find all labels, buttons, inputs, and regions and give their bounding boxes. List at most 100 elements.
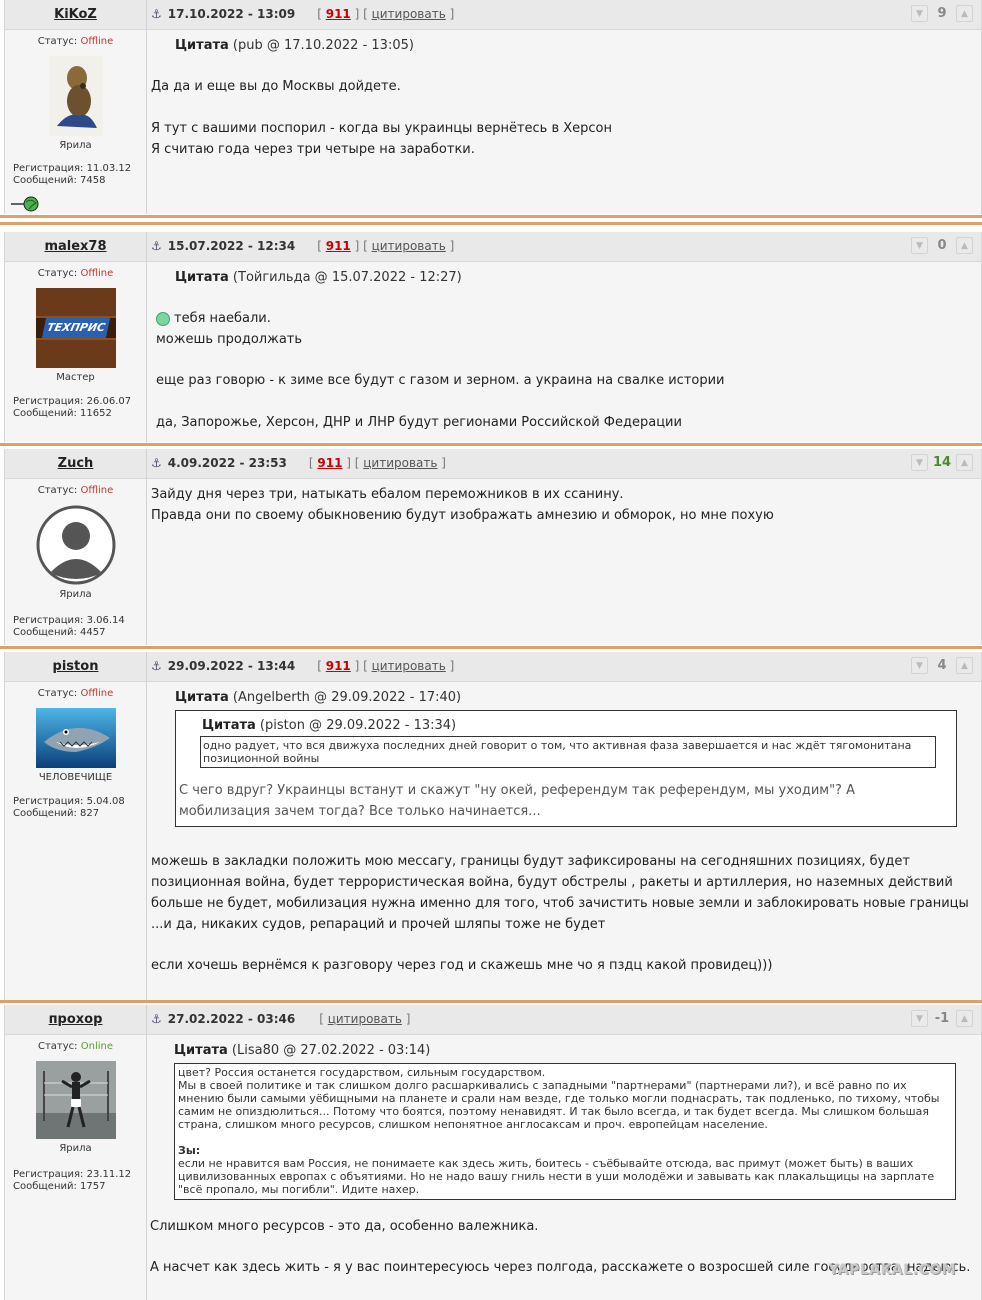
post-body: Зайду дня через три, натыкать ебалом пер… [151, 487, 774, 523]
quote-header: Цитата (Lisa80 @ 27.02.2022 - 03:14) [174, 1043, 431, 1058]
anchor-icon[interactable]: ⚓ [151, 1012, 162, 1026]
user-info: Статус: Offline Ярила Регистрация: 11.03… [5, 30, 147, 214]
post-date: 15.07.2022 - 12:34 [167, 239, 296, 253]
post-separator [0, 215, 982, 218]
reputation-icon[interactable] [11, 195, 39, 216]
inner-quote-header: Цитата (piston @ 29.09.2022 - 13:34) [202, 718, 457, 733]
cite-link[interactable]: цитировать [363, 456, 437, 470]
user-info: Статус: Offline ЧЕЛОВЕЧИЩЕ Регистрация: … [5, 682, 147, 1000]
rating: ▼ -1 ▲ [911, 1010, 973, 1027]
post-number-link[interactable]: 911 [317, 456, 342, 470]
thumb-down-icon[interactable]: ▼ [911, 657, 928, 674]
post-body: Цитата (pub @ 17.10.2022 - 13:05) Да да … [151, 30, 975, 160]
thumb-up-icon[interactable]: ▲ [956, 657, 973, 674]
post-header: piston ⚓ 29.09.2022 - 13:44[ 911 ] [ цити… [5, 652, 981, 682]
post-separator [0, 222, 982, 225]
avatar[interactable] [35, 1061, 116, 1139]
post-1: KiKoZ ⚓ 17.10.2022 - 13:09[ 911 ] [ цитир… [4, 0, 982, 214]
post-number-link[interactable]: 911 [326, 239, 351, 253]
reg-date: Регистрация: 11.03.12 [13, 163, 132, 174]
user-rank: Ярила [59, 140, 92, 151]
cite-link[interactable]: цитировать [372, 7, 446, 21]
user-info: Статус: Offline ТЕХПРИС Мастер Регистрац… [5, 262, 147, 442]
rating-value: -1 [934, 1011, 950, 1026]
thumb-up-icon[interactable]: ▲ [956, 5, 973, 22]
user-info: Статус: Online Ярила Регистрация: 23.11.… [5, 1035, 147, 1300]
user-rank: Мастер [56, 372, 95, 383]
thumb-down-icon[interactable]: ▼ [911, 5, 928, 22]
quote-header: Цитата (Тойгильда @ 15.07.2022 - 12:27) [175, 270, 462, 285]
rating-value: 4 [937, 658, 947, 673]
status-badge: Offline [80, 688, 114, 699]
author-link[interactable]: malex78 [44, 239, 106, 254]
post-date: 17.10.2022 - 13:09 [167, 7, 296, 21]
anchor-icon[interactable]: ⚓ [151, 7, 162, 21]
status-badge: Online [80, 1041, 113, 1052]
avatar[interactable] [48, 56, 103, 136]
msg-count: Сообщений: 11652 [13, 408, 112, 419]
quote-block: Цитата (piston @ 29.09.2022 - 13:34) одн… [175, 710, 957, 827]
reg-date: Регистрация: 5.04.08 [13, 796, 125, 807]
avatar[interactable]: ТЕХПРИС [35, 288, 116, 368]
quote-header: Цитата (pub @ 17.10.2022 - 13:05) [175, 38, 414, 53]
post-3: Zuch ⚓ 4.09.2022 - 23:53[ 911 ] [ цитиров… [4, 449, 982, 645]
post-date: 27.02.2022 - 03:46 [167, 1012, 296, 1026]
post-body: Цитата (Тойгильда @ 15.07.2022 - 12:27) … [151, 262, 975, 433]
cite-link[interactable]: цитировать [372, 659, 446, 673]
user-info: Статус: Offline Ярила Регистрация: 3.06.… [5, 479, 147, 645]
post-2: malex78 ⚓ 15.07.2022 - 12:34[ 911 ] [ цит… [4, 232, 982, 442]
user-rank: ЧЕЛОВЕЧИЩЕ [38, 772, 113, 783]
post-separator [0, 443, 982, 446]
thumb-up-icon[interactable]: ▲ [956, 454, 973, 471]
anchor-icon[interactable]: ⚓ [151, 239, 162, 253]
avatar[interactable] [35, 708, 116, 768]
post-header: malex78 ⚓ 15.07.2022 - 12:34[ 911 ] [ цит… [5, 232, 981, 262]
rating-value: 9 [937, 6, 947, 21]
status-badge: Offline [80, 36, 114, 47]
rating-value: 14 [932, 455, 952, 470]
rating: ▼ 4 ▲ [911, 657, 973, 674]
reg-date: Регистрация: 26.06.07 [13, 396, 132, 407]
anchor-icon[interactable]: ⚓ [151, 659, 162, 673]
thumb-down-icon[interactable]: ▼ [911, 237, 928, 254]
thumb-down-icon[interactable]: ▼ [911, 454, 928, 471]
avatar[interactable] [36, 505, 116, 585]
thumb-up-icon[interactable]: ▲ [956, 237, 973, 254]
post-body: Цитата (Angelberth @ 29.09.2022 - 17:40)… [151, 682, 975, 976]
post-header: Zuch ⚓ 4.09.2022 - 23:53[ 911 ] [ цитиров… [5, 449, 981, 479]
cite-link[interactable]: цитировать [328, 1012, 402, 1026]
author-link[interactable]: Zuch [58, 456, 94, 471]
reg-date: Регистрация: 23.11.12 [13, 1169, 132, 1180]
msg-count: Сообщений: 4457 [13, 627, 106, 638]
smile-icon [156, 311, 170, 326]
anchor-icon[interactable]: ⚓ [151, 456, 162, 470]
post-date: 29.09.2022 - 13:44 [167, 659, 296, 673]
post-5: прохор ⚓ 27.02.2022 - 03:46[ цитировать ]… [4, 1005, 982, 1300]
post-number-link[interactable]: 911 [326, 7, 351, 21]
post-date: 4.09.2022 - 23:53 [167, 456, 287, 470]
quote-header: Цитата (Angelberth @ 29.09.2022 - 17:40) [175, 690, 462, 705]
rating: ▼ 14 ▲ [911, 454, 973, 471]
msg-count: Сообщений: 827 [13, 808, 100, 819]
post-number-link[interactable]: 911 [326, 659, 351, 673]
avatar-logo: ТЕХПРИС [41, 318, 110, 338]
post-separator [0, 1000, 982, 1003]
thumb-up-icon[interactable]: ▲ [956, 1010, 973, 1027]
cite-link[interactable]: цитировать [372, 239, 446, 253]
post-header: KiKoZ ⚓ 17.10.2022 - 13:09[ 911 ] [ цитир… [5, 0, 981, 30]
msg-count: Сообщений: 1757 [13, 1181, 106, 1192]
author-link[interactable]: KiKoZ [54, 7, 97, 22]
author-link[interactable]: прохор [49, 1012, 103, 1027]
post-header: прохор ⚓ 27.02.2022 - 03:46[ цитировать ]… [5, 1005, 981, 1035]
quote-block: цвет? Россия останется государством, сил… [174, 1063, 956, 1200]
post-separator [0, 646, 982, 649]
status-badge: Offline [80, 268, 114, 279]
inner-quote-block: одно радует, что вся движуха последних д… [200, 736, 936, 768]
watermark: YAPLAKAL.COM [828, 1262, 956, 1278]
reg-date: Регистрация: 3.06.14 [13, 615, 125, 626]
rating-value: 0 [937, 238, 947, 253]
post-4: piston ⚓ 29.09.2022 - 13:44[ 911 ] [ цити… [4, 652, 982, 1000]
author-link[interactable]: piston [53, 659, 99, 674]
thumb-down-icon[interactable]: ▼ [911, 1010, 928, 1027]
post-body: Цитата (Lisa80 @ 27.02.2022 - 03:14) цве… [150, 1035, 975, 1278]
